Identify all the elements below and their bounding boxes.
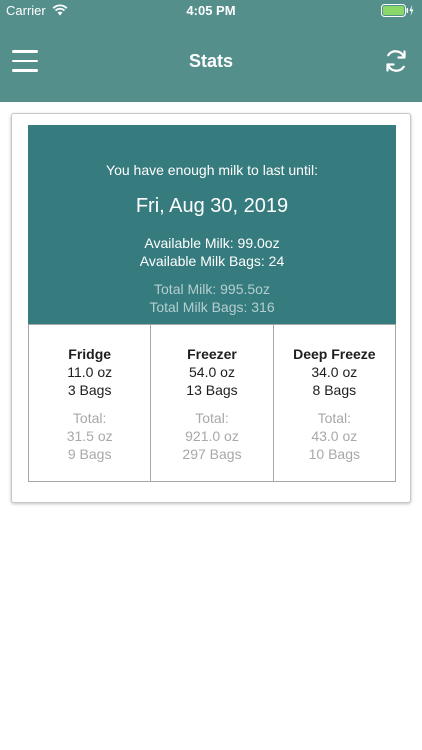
storage-oz: 11.0 oz [67, 364, 113, 380]
storage-total-oz: 31.5 oz [66, 428, 113, 444]
storage-total-oz: 43.0 oz [311, 428, 358, 444]
storage-total-bags: 9 Bags [67, 446, 112, 462]
storage-deep-freeze: Deep Freeze 34.0 oz 8 Bags Total: 43.0 o… [273, 324, 396, 482]
storage-name: Deep Freeze [293, 346, 376, 362]
stats-card: You have enough milk to last until: Fri,… [11, 113, 411, 503]
app-header: Carrier 4:05 PM Stats [0, 0, 422, 102]
storage-total-label: Total: [72, 410, 107, 426]
storage-bags: 8 Bags [312, 382, 357, 398]
status-time: 4:05 PM [186, 3, 236, 18]
storage-total-bags: 297 Bags [182, 446, 242, 462]
enough-milk-label: You have enough milk to last until: [106, 162, 318, 178]
refresh-icon[interactable] [383, 48, 409, 74]
storage-total-label: Total: [317, 410, 352, 426]
nav-bar: Stats [0, 38, 422, 84]
storage-fridge: Fridge 11.0 oz 3 Bags Total: 31.5 oz 9 B… [28, 324, 152, 482]
storage-bags: 3 Bags [67, 382, 112, 398]
storage-name: Freezer [187, 346, 237, 362]
summary-panel: You have enough milk to last until: Fri,… [28, 125, 396, 324]
storage-total-label: Total: [195, 410, 229, 426]
storage-bags: 13 Bags [186, 382, 238, 398]
total-milk-bags: Total Milk Bags: 316 [149, 299, 275, 315]
storage-name: Fridge [68, 346, 112, 362]
storage-breakdown: Fridge 11.0 oz 3 Bags Total: 31.5 oz 9 B… [28, 324, 396, 482]
storage-freezer: Freezer 54.0 oz 13 Bags Total: 921.0 oz … [151, 324, 274, 482]
storage-oz: 34.0 oz [311, 364, 358, 380]
available-milk: Available Milk: 99.0oz [144, 235, 280, 251]
until-date: Fri, Aug 30, 2019 [135, 195, 289, 217]
total-milk: Total Milk: 995.5oz [154, 281, 270, 297]
battery-icon [381, 4, 414, 17]
storage-total-bags: 10 Bags [308, 446, 360, 462]
storage-oz: 54.0 oz [189, 364, 235, 380]
storage-total-oz: 921.0 oz [185, 428, 239, 444]
available-milk-bags: Available Milk Bags: 24 [139, 253, 285, 269]
page-title: Stats [188, 51, 233, 71]
status-bar: Carrier 4:05 PM [0, 0, 422, 22]
